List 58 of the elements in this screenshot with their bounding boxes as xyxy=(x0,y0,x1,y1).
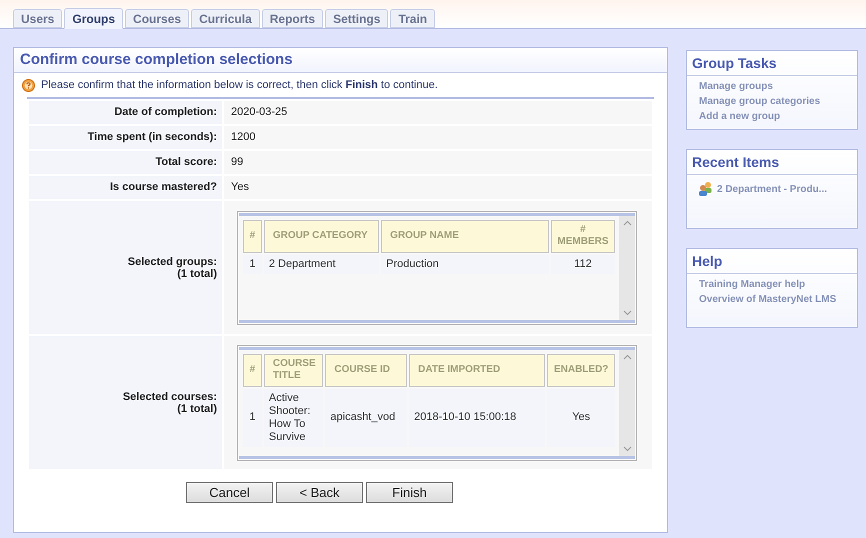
table-cell: Production xyxy=(381,254,549,274)
chevron-up-icon[interactable] xyxy=(622,220,632,226)
sidebar-link[interactable]: Manage group categories xyxy=(699,95,820,109)
total-count: (1 total) xyxy=(176,268,217,280)
field-value: Yes xyxy=(224,176,652,199)
table-cell: 1 xyxy=(243,254,262,274)
field-value: 99 xyxy=(224,151,652,174)
instruction-text: Please confirm that the information below is correct, then click Finish to continue. xyxy=(41,78,438,93)
table-cell: 1 xyxy=(243,388,262,446)
panel-title: Recent Items xyxy=(687,150,857,175)
column-header[interactable]: ENABLED? xyxy=(547,354,615,386)
field-label: Date of completion: xyxy=(29,101,222,124)
table-cell: 2018-10-10 15:00:18 xyxy=(409,388,546,446)
column-header[interactable]: # MEMBERS xyxy=(550,220,615,252)
table-cell: 2 Department xyxy=(264,254,380,274)
column-header[interactable]: DATE IMPORTED xyxy=(409,354,546,386)
tab[interactable]: Train xyxy=(390,9,436,28)
table-cell: 112 xyxy=(550,254,615,274)
table-cell: Active Shooter: How To Survive xyxy=(264,388,324,446)
column-header[interactable]: GROUP CATEGORY xyxy=(264,220,380,252)
tab[interactable]: Courses xyxy=(125,9,190,28)
sidebar-link[interactable]: Add a new group xyxy=(699,110,780,124)
tab[interactable]: Reports xyxy=(262,9,324,28)
panel-title: Group Tasks xyxy=(687,51,857,76)
field-value: 2020-03-25 xyxy=(224,101,652,124)
chevron-up-icon[interactable] xyxy=(622,354,632,360)
column-header[interactable]: # xyxy=(243,354,262,386)
column-header[interactable]: # xyxy=(243,220,262,252)
recent-item-link[interactable]: 2 Department - Produ... xyxy=(717,182,828,196)
tab[interactable]: Users xyxy=(13,9,62,28)
tab[interactable]: Groups xyxy=(64,8,124,29)
field-value: 1200 xyxy=(224,126,652,149)
field-label: Selected groups: xyxy=(126,256,217,268)
field-label: Selected courses: xyxy=(122,390,217,402)
chevron-down-icon[interactable] xyxy=(622,310,632,316)
field-label: Is course mastered? xyxy=(29,176,222,199)
chevron-down-icon[interactable] xyxy=(622,446,632,452)
column-header[interactable]: COURSE ID xyxy=(325,354,408,386)
action-button[interactable]: < Back xyxy=(276,482,363,503)
column-header[interactable]: GROUP NAME xyxy=(381,220,549,252)
tab[interactable]: Curricula xyxy=(191,9,260,28)
help-icon xyxy=(22,78,35,92)
action-button[interactable]: Finish xyxy=(366,482,453,503)
people-icon xyxy=(697,181,714,197)
table-cell: apicasht_vod xyxy=(325,388,408,446)
field-label: Time spent (in seconds): xyxy=(29,126,222,149)
sidebar-link[interactable]: Overview of MasteryNet LMS xyxy=(699,293,836,307)
scrollbar[interactable] xyxy=(619,216,635,320)
total-count: (1 total) xyxy=(176,402,217,414)
scrollbar[interactable] xyxy=(619,350,635,456)
tab[interactable]: Settings xyxy=(325,9,388,28)
action-button[interactable]: Cancel xyxy=(186,482,273,503)
column-header[interactable]: COURSE TITLE xyxy=(264,354,324,386)
table-cell: Yes xyxy=(547,388,615,446)
panel-title: Help xyxy=(687,249,857,274)
sidebar-link[interactable]: Training Manager help xyxy=(699,278,806,292)
sidebar-link[interactable]: Manage groups xyxy=(699,80,773,94)
field-label: Total score: xyxy=(29,151,222,174)
